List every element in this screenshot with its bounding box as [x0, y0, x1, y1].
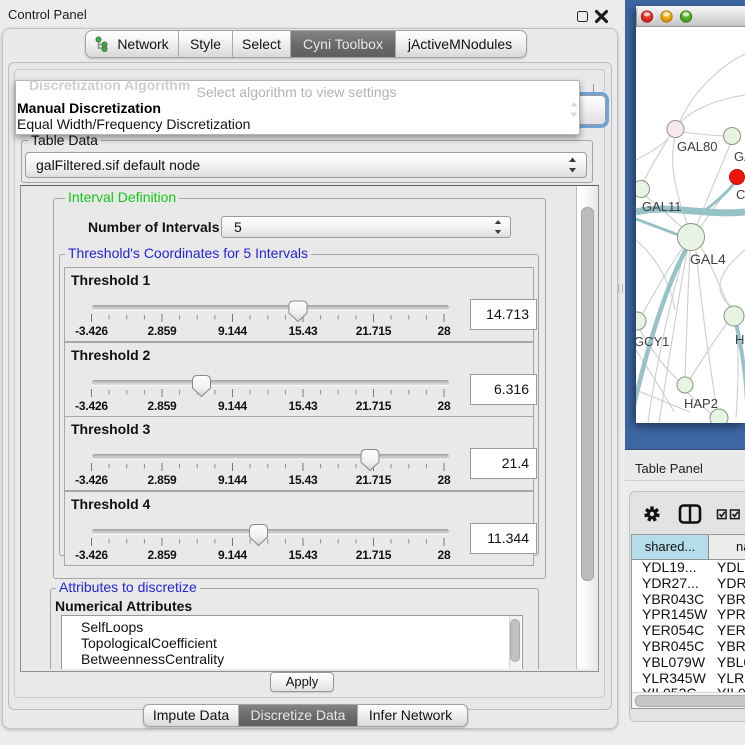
svg-text:GAL80: GAL80 [677, 139, 717, 154]
svg-text:HAP2: HAP2 [684, 396, 718, 411]
svg-text:C: C [736, 187, 745, 202]
svg-text:GAL4: GAL4 [690, 251, 726, 267]
svg-text:GA: GA [734, 149, 745, 164]
svg-text:GAL11: GAL11 [642, 199, 682, 214]
svg-text:GCY1: GCY1 [636, 334, 669, 349]
svg-text:H: H [735, 332, 744, 347]
